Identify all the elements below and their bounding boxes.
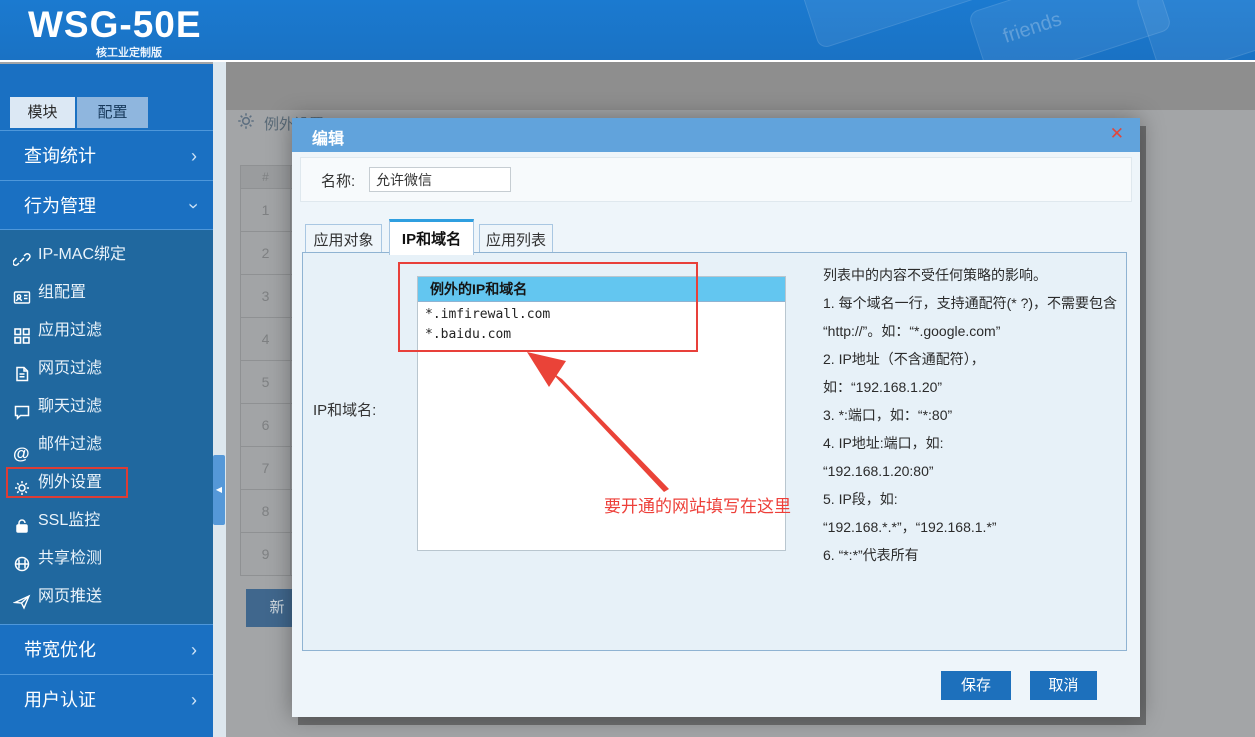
gear-icon	[13, 474, 31, 492]
tab-app-objects[interactable]: 应用对象	[305, 224, 382, 255]
dialog-title: 编辑	[312, 125, 344, 149]
app-logo: WSG-50E	[28, 4, 202, 46]
help-line: “192.168.*.*”，“192.168.1.*”	[823, 513, 1123, 541]
sidebar-item-label: 例外设置	[38, 474, 102, 491]
top-banner: friends WSG-50E 核工业定制版	[0, 0, 1255, 62]
help-text: 列表中的内容不受任何策略的影响。 1. 每个域名一行，支持通配符(* ?)，不需…	[823, 261, 1123, 569]
globe-share-icon	[13, 550, 31, 568]
sidebar-item-web-push[interactable]: 网页推送	[0, 578, 213, 616]
ip-domain-list-header: 例外的IP和域名	[418, 277, 785, 302]
sidebar-section-behavior[interactable]: 行为管理 ›	[0, 180, 213, 230]
row-number: 4	[241, 318, 291, 361]
app-logo-subtitle: 核工业定制版	[96, 44, 162, 60]
send-plane-icon	[13, 588, 31, 606]
tab-panel-ip-domain: IP和域名: 例外的IP和域名 *.imfirewall.com *.baidu…	[302, 252, 1127, 651]
help-line: 如：“192.168.1.20”	[823, 373, 1123, 401]
section-label: 用户认证	[24, 690, 96, 710]
row-number: 1	[241, 189, 291, 232]
sidebar-item-app-filter[interactable]: 应用过滤	[0, 312, 213, 350]
sidebar-collapse-handle[interactable]: ◀	[213, 455, 225, 525]
sidebar-item-label: 网页过滤	[38, 360, 102, 377]
annotation-text: 要开通的网站填写在这里	[604, 492, 791, 517]
section-label: 查询统计	[24, 146, 96, 166]
tab-modules[interactable]: 模块	[10, 97, 75, 128]
sidebar-item-label: 聊天过滤	[38, 398, 102, 415]
dialog-header[interactable]: 编辑 ✕	[292, 118, 1140, 152]
help-line: 3. *:端口，如：“*:80”	[823, 401, 1123, 429]
row-number: 3	[241, 275, 291, 318]
cancel-button[interactable]: 取消	[1030, 671, 1097, 700]
sidebar-item-label: 组配置	[38, 284, 86, 301]
sidebar-item-label: IP-MAC绑定	[38, 246, 126, 263]
list-item[interactable]: *.imfirewall.com	[418, 307, 785, 322]
sidebar-item-label: 邮件过滤	[38, 436, 102, 453]
page-topbar	[226, 62, 1255, 110]
row-number: 8	[241, 490, 291, 533]
sidebar-item-label: 应用过滤	[38, 322, 102, 339]
row-number: 9	[241, 533, 291, 576]
close-icon[interactable]: ✕	[1110, 124, 1124, 144]
chevron-right-icon: ›	[191, 131, 197, 181]
webpage-icon	[13, 360, 31, 378]
app-window: friends WSG-50E 核工业定制版 模块 配置 查询统计 › 行为管理…	[0, 0, 1255, 737]
behavior-submenu: IP-MAC绑定 组配置 应用过滤 网页过滤 聊天过滤 @ 邮件过滤	[0, 230, 213, 624]
tab-app-list[interactable]: 应用列表	[479, 224, 553, 255]
group-icon	[13, 284, 31, 302]
sidebar-item-share-detect[interactable]: 共享检测	[0, 540, 213, 578]
help-line: 4. IP地址:端口，如:	[823, 429, 1123, 457]
help-line: 列表中的内容不受任何策略的影响。	[823, 261, 1123, 289]
sidebar-item-exception-settings[interactable]: 例外设置	[0, 464, 213, 502]
save-button[interactable]: 保存	[941, 671, 1011, 700]
tab-config[interactable]: 配置	[77, 97, 148, 128]
chevron-right-icon: ›	[191, 675, 197, 725]
ip-domain-field-label: IP和域名:	[313, 399, 376, 420]
sidebar-section-user-auth[interactable]: 用户认证 ›	[0, 674, 213, 724]
row-number: 7	[241, 447, 291, 490]
sidebar-section-bandwidth[interactable]: 带宽优化 ›	[0, 624, 213, 674]
gear-icon	[236, 111, 256, 135]
keyboard-decoration	[798, 0, 981, 50]
table-header-cell: #	[241, 166, 291, 189]
sidebar-item-group-config[interactable]: 组配置	[0, 274, 213, 312]
name-field-row: 名称:	[300, 157, 1132, 202]
row-number: 5	[241, 361, 291, 404]
section-label: 带宽优化	[24, 640, 96, 660]
sidebar-item-chat-filter[interactable]: 聊天过滤	[0, 388, 213, 426]
row-number: 6	[241, 404, 291, 447]
lock-icon	[13, 512, 31, 530]
sidebar-item-ip-mac-binding[interactable]: IP-MAC绑定	[0, 236, 213, 274]
apps-grid-icon	[13, 322, 31, 340]
sidebar-item-ssl-monitor[interactable]: SSL监控	[0, 502, 213, 540]
name-input[interactable]	[369, 167, 511, 192]
help-line: 1. 每个域名一行，支持通配符(* ?)，不需要包含	[823, 289, 1123, 317]
sidebar-item-label: 共享检测	[38, 550, 102, 567]
sidebar-item-label: 网页推送	[38, 588, 102, 605]
name-label: 名称:	[321, 170, 355, 191]
sidebar: 模块 配置 查询统计 › 行为管理 › IP-MAC绑定 组配置 应用过滤	[0, 64, 213, 737]
keycap-label: friends	[969, 0, 1162, 57]
sidebar-item-web-filter[interactable]: 网页过滤	[0, 350, 213, 388]
sidebar-item-mail-filter[interactable]: @ 邮件过滤	[0, 426, 213, 464]
help-line: 2. IP地址（不含通配符），	[823, 345, 1123, 373]
help-line: 5. IP段，如:	[823, 485, 1123, 513]
help-line: “http://”。如：“*.google.com”	[823, 317, 1123, 345]
list-item[interactable]: *.baidu.com	[418, 327, 785, 342]
sidebar-section-query-stats[interactable]: 查询统计 ›	[0, 130, 213, 180]
tab-ip-and-domain[interactable]: IP和域名	[389, 219, 474, 255]
edit-dialog: 编辑 ✕ 名称: 应用对象 IP和域名 应用列表 IP和域名: 例外的IP和域名…	[292, 118, 1140, 717]
row-number: 2	[241, 232, 291, 275]
sidebar-item-label: SSL监控	[38, 512, 100, 529]
chat-icon	[13, 398, 31, 416]
help-line: “192.168.1.20:80”	[823, 457, 1123, 485]
help-line: 6. “*:*”代表所有	[823, 541, 1123, 569]
link-icon	[13, 246, 31, 264]
sidebar-tabbar: 模块 配置	[0, 64, 213, 130]
at-sign-icon: @	[13, 436, 31, 454]
sidebar-strip: ◀	[213, 62, 226, 737]
keyboard-decoration	[1135, 0, 1255, 62]
section-label: 行为管理	[24, 196, 96, 216]
chevron-right-icon: ›	[191, 625, 197, 675]
chevron-down-icon: ›	[169, 203, 219, 209]
